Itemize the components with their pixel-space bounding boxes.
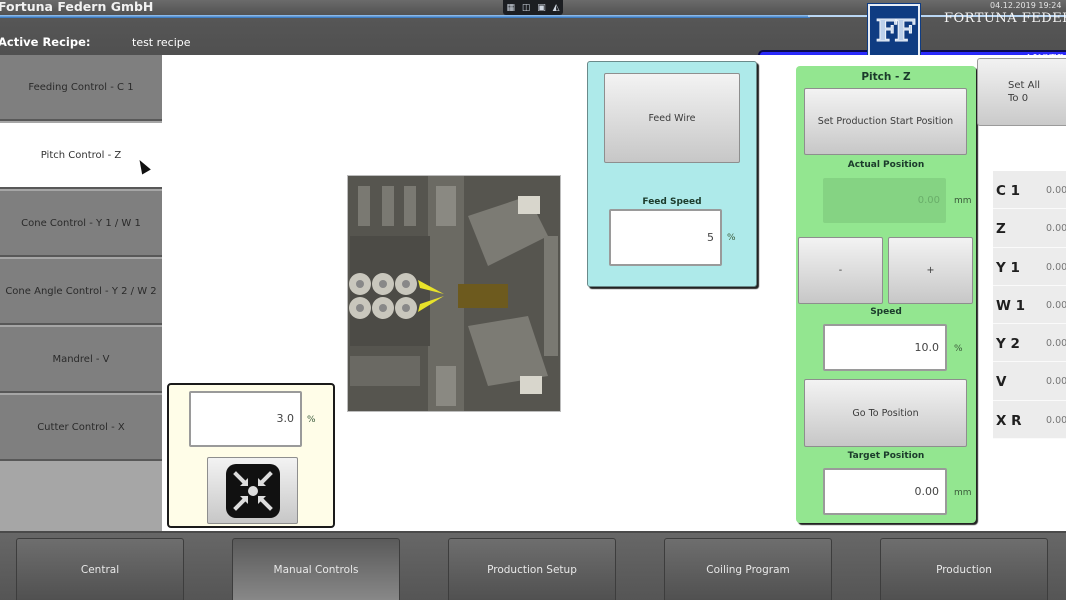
set-all-label-line2: To 0	[1008, 93, 1029, 104]
sidebar-item-label: Cutter Control - X	[37, 421, 125, 433]
axis-value: 0.00	[1046, 376, 1066, 388]
nav-manual-controls[interactable]: Manual Controls	[232, 538, 400, 600]
remote-toolbar: ▦ ◫ ▣ ◭	[503, 0, 563, 15]
axis-position-table: C 1 0.00 Z 0.00 Y 1 0.00 W 1 0.00 Y 2 0.00 V 0…	[993, 171, 1066, 440]
pitch-panel-title: Pitch - Z	[861, 71, 911, 83]
speed-label: Speed	[870, 307, 902, 317]
logo-text: FF	[875, 13, 916, 49]
axis-row-w1: W 1 0.00	[993, 285, 1066, 325]
jog-plus-label: +	[926, 265, 935, 276]
axis-name: W 1	[996, 297, 1025, 314]
set-production-start-button[interactable]: Set Production Start Position	[804, 88, 967, 155]
axis-value: 0.00	[1046, 185, 1066, 196]
axis-name: V	[996, 374, 1007, 391]
feed-speed-label: Feed Speed	[642, 197, 702, 207]
axis-name: X R	[996, 412, 1022, 429]
machine-diagram	[347, 175, 561, 412]
axis-row-z: Z 0.00	[993, 209, 1066, 248]
window-icon[interactable]: ▣	[537, 3, 546, 13]
sidebar-item-label: Feeding Control - C 1	[28, 81, 134, 93]
brand-name: FORTUNA FEDERN	[944, 11, 1066, 26]
nav-production-setup[interactable]: Production Setup	[448, 538, 616, 600]
nav-label: Production Setup	[487, 563, 577, 576]
set-all-to-zero-button[interactable]: Set All To 0	[977, 58, 1066, 126]
active-recipe-value: test recipe	[132, 36, 191, 49]
sidebar-item-label: Cone Control - Y 1 / W 1	[21, 217, 141, 229]
sidebar-item-label: Cone Angle Control - Y 2 / W 2	[5, 285, 157, 297]
datetime: 04.12.2019 19:24	[990, 1, 1062, 10]
nav-coiling-program[interactable]: Coiling Program	[664, 538, 832, 600]
speed-unit: %	[954, 344, 963, 354]
jog-minus-button[interactable]: -	[798, 237, 883, 304]
actual-position-unit: mm	[954, 196, 972, 206]
target-position-unit: mm	[954, 488, 972, 498]
feed-speed-input[interactable]: 5	[609, 209, 722, 266]
actual-position-label: Actual Position	[847, 160, 925, 170]
center-speed-value: 3.0	[276, 412, 295, 425]
sidebar-item-label: Pitch Control - Z	[40, 149, 122, 161]
app-window: Fortuna Federn GmbH ▦ ◫ ▣ ◭ 04.12.2019 1…	[0, 0, 1066, 600]
go-to-position-label: Go To Position	[852, 407, 919, 419]
sidebar-item-cone-angle-control[interactable]: Cone Angle Control - Y 2 / W 2	[0, 259, 162, 325]
feed-speed-value: 5	[707, 231, 714, 244]
feed-wire-button[interactable]: Feed Wire	[604, 73, 740, 163]
center-speed-panel: 3.0 %	[167, 383, 335, 528]
sidebar-item-mandrel[interactable]: Mandrel - V	[0, 327, 162, 393]
set-production-start-label: Set Production Start Position	[817, 116, 954, 127]
sidebar-item-pitch-control[interactable]: Pitch Control - Z	[0, 123, 162, 189]
sidebar-item-label: Mandrel - V	[52, 353, 110, 365]
active-recipe-label: Active Recipe:	[0, 35, 91, 49]
center-speed-input[interactable]: 3.0	[189, 391, 302, 447]
nav-production[interactable]: Production	[880, 538, 1048, 600]
actual-position-value: 0.00	[917, 195, 940, 206]
jog-plus-button[interactable]: +	[888, 237, 973, 304]
pitch-panel: Pitch - Z Set Production Start Position …	[796, 66, 976, 523]
target-position-label: Target Position	[847, 451, 925, 461]
sidebar-item-cone-control[interactable]: Cone Control - Y 1 / W 1	[0, 191, 162, 257]
speed-value: 10.0	[914, 341, 940, 354]
app-title: Fortuna Federn GmbH	[0, 0, 154, 14]
feed-wire-label: Feed Wire	[648, 112, 696, 124]
axis-row-c1: C 1 0.00	[993, 171, 1066, 210]
speed-input[interactable]: 10.0	[823, 324, 947, 371]
axis-row-y2: Y 2 0.00	[993, 324, 1066, 363]
nav-label: Coiling Program	[706, 563, 790, 576]
screen-share-icon[interactable]: ◫	[522, 3, 531, 13]
go-to-position-button[interactable]: Go To Position	[804, 379, 967, 447]
axis-value: 0.00	[1046, 261, 1066, 273]
target-position-value: 0.00	[914, 485, 940, 498]
center-speed-unit: %	[307, 415, 316, 425]
axis-row-y1: Y 1 0.00	[993, 247, 1066, 286]
screen-settings-icon[interactable]: ▦	[506, 3, 515, 13]
feed-panel: Feed Wire Feed Speed 5 %	[587, 61, 757, 287]
target-position-input[interactable]: 0.00	[823, 468, 947, 515]
feed-speed-unit: %	[727, 233, 736, 243]
axis-name: Y 2	[996, 336, 1020, 353]
axis-name: Y 1	[996, 259, 1020, 276]
axis-value: 0.00	[1046, 414, 1066, 426]
set-all-label-line1: Set All	[1008, 80, 1040, 91]
jog-minus-label: -	[838, 265, 843, 276]
nav-label: Central	[80, 563, 120, 576]
screen-cast-icon[interactable]: ◭	[553, 3, 560, 13]
nav-central[interactable]: Central	[16, 538, 184, 600]
sidebar-item-feeding-control[interactable]: Feeding Control - C 1	[0, 55, 162, 121]
axis-value: 0.00	[1046, 223, 1066, 235]
axis-name: C 1	[996, 183, 1021, 199]
nav-label: Manual Controls	[273, 563, 359, 576]
center-tools-button[interactable]	[207, 457, 298, 524]
actual-position-field: 0.00	[823, 178, 946, 223]
bottom-navigation: Central Manual Controls Production Setup…	[0, 531, 1066, 600]
axis-row-v: V 0.00	[993, 362, 1066, 401]
sidebar-item-cutter-control[interactable]: Cutter Control - X	[0, 395, 162, 461]
axis-value: 0.00	[1046, 299, 1066, 311]
axis-name: Z	[996, 221, 1006, 238]
axis-value: 0.00	[1046, 338, 1066, 350]
center-arrows-icon	[225, 463, 280, 518]
sidebar: Feeding Control - C 1 Pitch Control - Z …	[0, 55, 162, 531]
axis-row-xr: X R 0.00	[993, 400, 1066, 440]
nav-label: Production	[936, 563, 992, 576]
company-logo: FF	[867, 3, 921, 59]
